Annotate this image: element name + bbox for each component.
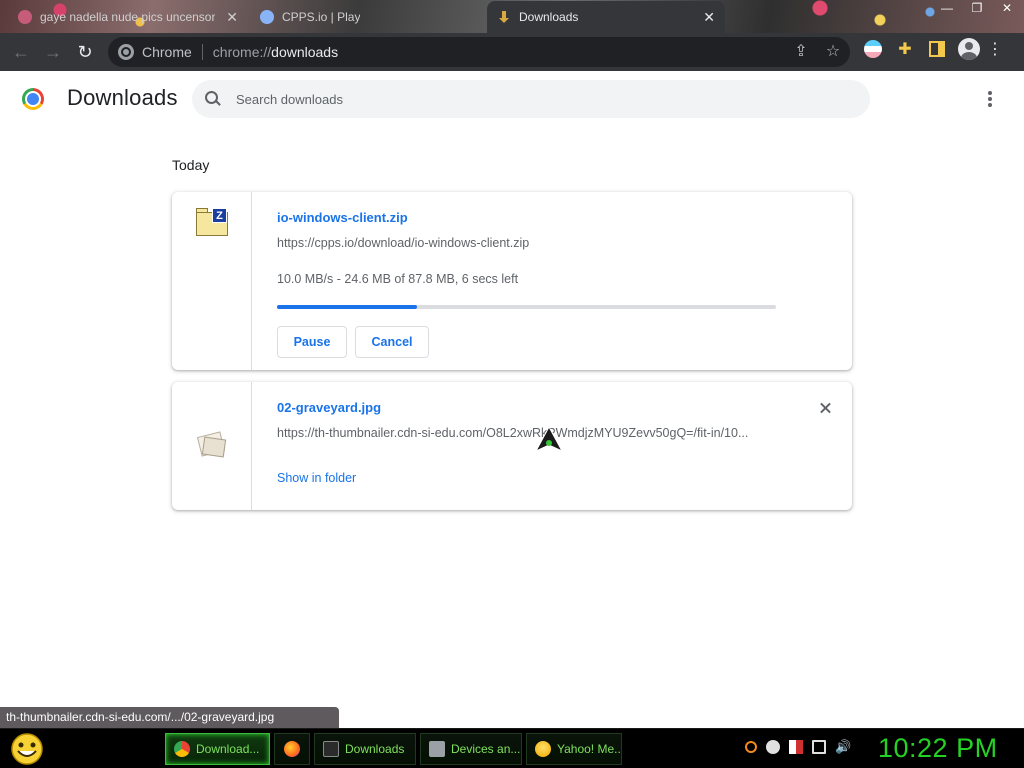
address-bar[interactable]: Chrome chrome:// downloads ⇪ ☆ bbox=[108, 37, 850, 67]
search-icon[interactable] bbox=[745, 741, 757, 753]
os-taskbar: Download... Downloads Devices an... Yaho… bbox=[0, 728, 1024, 768]
chrome-icon bbox=[174, 741, 190, 757]
file-source-url[interactable]: https://cpps.io/download/io-windows-clie… bbox=[277, 236, 777, 250]
yahoo-messenger-icon bbox=[535, 741, 551, 757]
url-host: downloads bbox=[271, 44, 339, 60]
reload-button[interactable]: ↻ bbox=[69, 36, 101, 68]
tab-1[interactable]: gaye nadella nude pics uncensor ✕ bbox=[8, 1, 248, 33]
search-icon bbox=[204, 90, 222, 108]
taskbar-item-label: Download... bbox=[196, 742, 260, 756]
site-chip-label: Chrome bbox=[142, 44, 192, 60]
omnibox-actions: ⇪ ☆ bbox=[792, 43, 842, 61]
show-in-folder-link[interactable]: Show in folder bbox=[277, 471, 356, 485]
extension-flag-icon[interactable] bbox=[862, 38, 884, 60]
chrome-icon bbox=[118, 44, 134, 60]
network-icon[interactable] bbox=[812, 740, 826, 754]
browser-titlebar: gaye nadella nude pics uncensor ✕ CPPS.i… bbox=[0, 0, 1024, 33]
printer-icon bbox=[429, 741, 445, 757]
system-tray: 🔊 bbox=[745, 740, 851, 754]
link-status-bubble: th-thumbnailer.cdn-si-edu.com/.../02-gra… bbox=[0, 707, 339, 728]
close-icon[interactable]: ✕ bbox=[697, 9, 715, 26]
messenger-icon[interactable] bbox=[766, 740, 780, 754]
taskbar-item-chrome[interactable]: Download... bbox=[165, 733, 270, 765]
file-name-link[interactable]: 02-graveyard.jpg bbox=[277, 400, 381, 415]
file-icon-column bbox=[172, 382, 252, 510]
folder-icon bbox=[323, 741, 339, 757]
taskbar-item-yahoo[interactable]: Yahoo! Me... bbox=[526, 733, 622, 765]
download-icon bbox=[497, 10, 511, 24]
browser-menu-icon[interactable]: ⋮ bbox=[987, 38, 1003, 60]
taskbar-item-devices[interactable]: Devices an... bbox=[420, 733, 522, 765]
tab-title: Downloads bbox=[519, 10, 579, 24]
chrome-logo-icon bbox=[22, 88, 44, 110]
chip-divider bbox=[201, 44, 203, 60]
browser-toolbar: ← → ↻ Chrome chrome:// downloads ⇪ ☆ ✚ ⋮ bbox=[0, 33, 1024, 71]
progress-bar bbox=[277, 305, 776, 309]
profile-avatar-icon[interactable] bbox=[958, 38, 980, 60]
tab-favicon bbox=[18, 10, 32, 24]
taskbar-item-firefox[interactable] bbox=[274, 733, 310, 765]
search-box[interactable] bbox=[192, 80, 870, 118]
progress-fill bbox=[277, 305, 417, 309]
window-controls: — ❐ ✕ bbox=[940, 1, 1014, 15]
tab-2[interactable]: CPPS.io | Play bbox=[250, 1, 486, 33]
file-icon-column: Z bbox=[172, 192, 252, 370]
taskbar-item-label: Devices an... bbox=[451, 742, 521, 756]
file-name-link[interactable]: io-windows-client.zip bbox=[277, 210, 408, 225]
taskbar-item-label: Yahoo! Me... bbox=[557, 742, 622, 756]
download-item: 02-graveyard.jpg https://th-thumbnailer.… bbox=[172, 382, 852, 510]
download-status: 10.0 MB/s - 24.6 MB of 87.8 MB, 6 secs l… bbox=[277, 272, 519, 286]
date-section-heading: Today bbox=[172, 157, 210, 173]
remove-from-list-icon[interactable] bbox=[818, 400, 834, 416]
share-icon[interactable]: ⇪ bbox=[792, 43, 810, 61]
url-scheme: chrome:// bbox=[212, 44, 272, 60]
cancel-button[interactable]: Cancel bbox=[355, 326, 429, 358]
firefox-icon bbox=[284, 741, 300, 757]
restore-icon[interactable]: ❐ bbox=[970, 1, 984, 15]
pause-button[interactable]: Pause bbox=[277, 326, 347, 358]
zip-archive-icon: Z bbox=[196, 208, 228, 238]
tab-favicon bbox=[260, 10, 274, 24]
taskbar-item-downloads[interactable]: Downloads bbox=[314, 733, 416, 765]
forward-button[interactable]: → bbox=[37, 36, 69, 68]
more-actions-icon[interactable] bbox=[982, 91, 998, 107]
page-title: Downloads bbox=[67, 85, 178, 110]
back-button[interactable]: ← bbox=[5, 36, 37, 68]
taskbar-clock[interactable]: 10:22 PM bbox=[878, 733, 998, 764]
minimize-icon[interactable]: — bbox=[940, 1, 954, 15]
side-panel-icon[interactable] bbox=[926, 38, 948, 60]
file-source-url[interactable]: https://th-thumbnailer.cdn-si-edu.com/O8… bbox=[277, 426, 773, 440]
mouse-cursor-icon bbox=[534, 425, 564, 453]
extensions-puzzle-icon[interactable]: ✚ bbox=[894, 38, 916, 60]
volume-icon[interactable]: 🔊 bbox=[835, 740, 851, 754]
close-icon[interactable]: ✕ bbox=[220, 9, 238, 26]
close-window-icon[interactable]: ✕ bbox=[1000, 1, 1014, 15]
bookmark-star-icon[interactable]: ☆ bbox=[824, 43, 842, 61]
action-center-flag-icon[interactable] bbox=[789, 740, 803, 754]
downloads-header: Downloads bbox=[0, 71, 1024, 127]
search-input[interactable] bbox=[236, 91, 836, 107]
tab-title: gaye nadella nude pics uncensor bbox=[40, 10, 216, 24]
tab-downloads[interactable]: Downloads ✕ bbox=[487, 1, 725, 33]
tab-title: CPPS.io | Play bbox=[282, 10, 361, 24]
extensions-area: ✚ ⋮ bbox=[862, 38, 1003, 60]
taskbar-item-label: Downloads bbox=[345, 742, 405, 756]
image-file-icon bbox=[195, 430, 229, 460]
start-button-smiley-icon[interactable] bbox=[8, 732, 46, 766]
download-item: Z io-windows-client.zip https://cpps.io/… bbox=[172, 192, 852, 370]
